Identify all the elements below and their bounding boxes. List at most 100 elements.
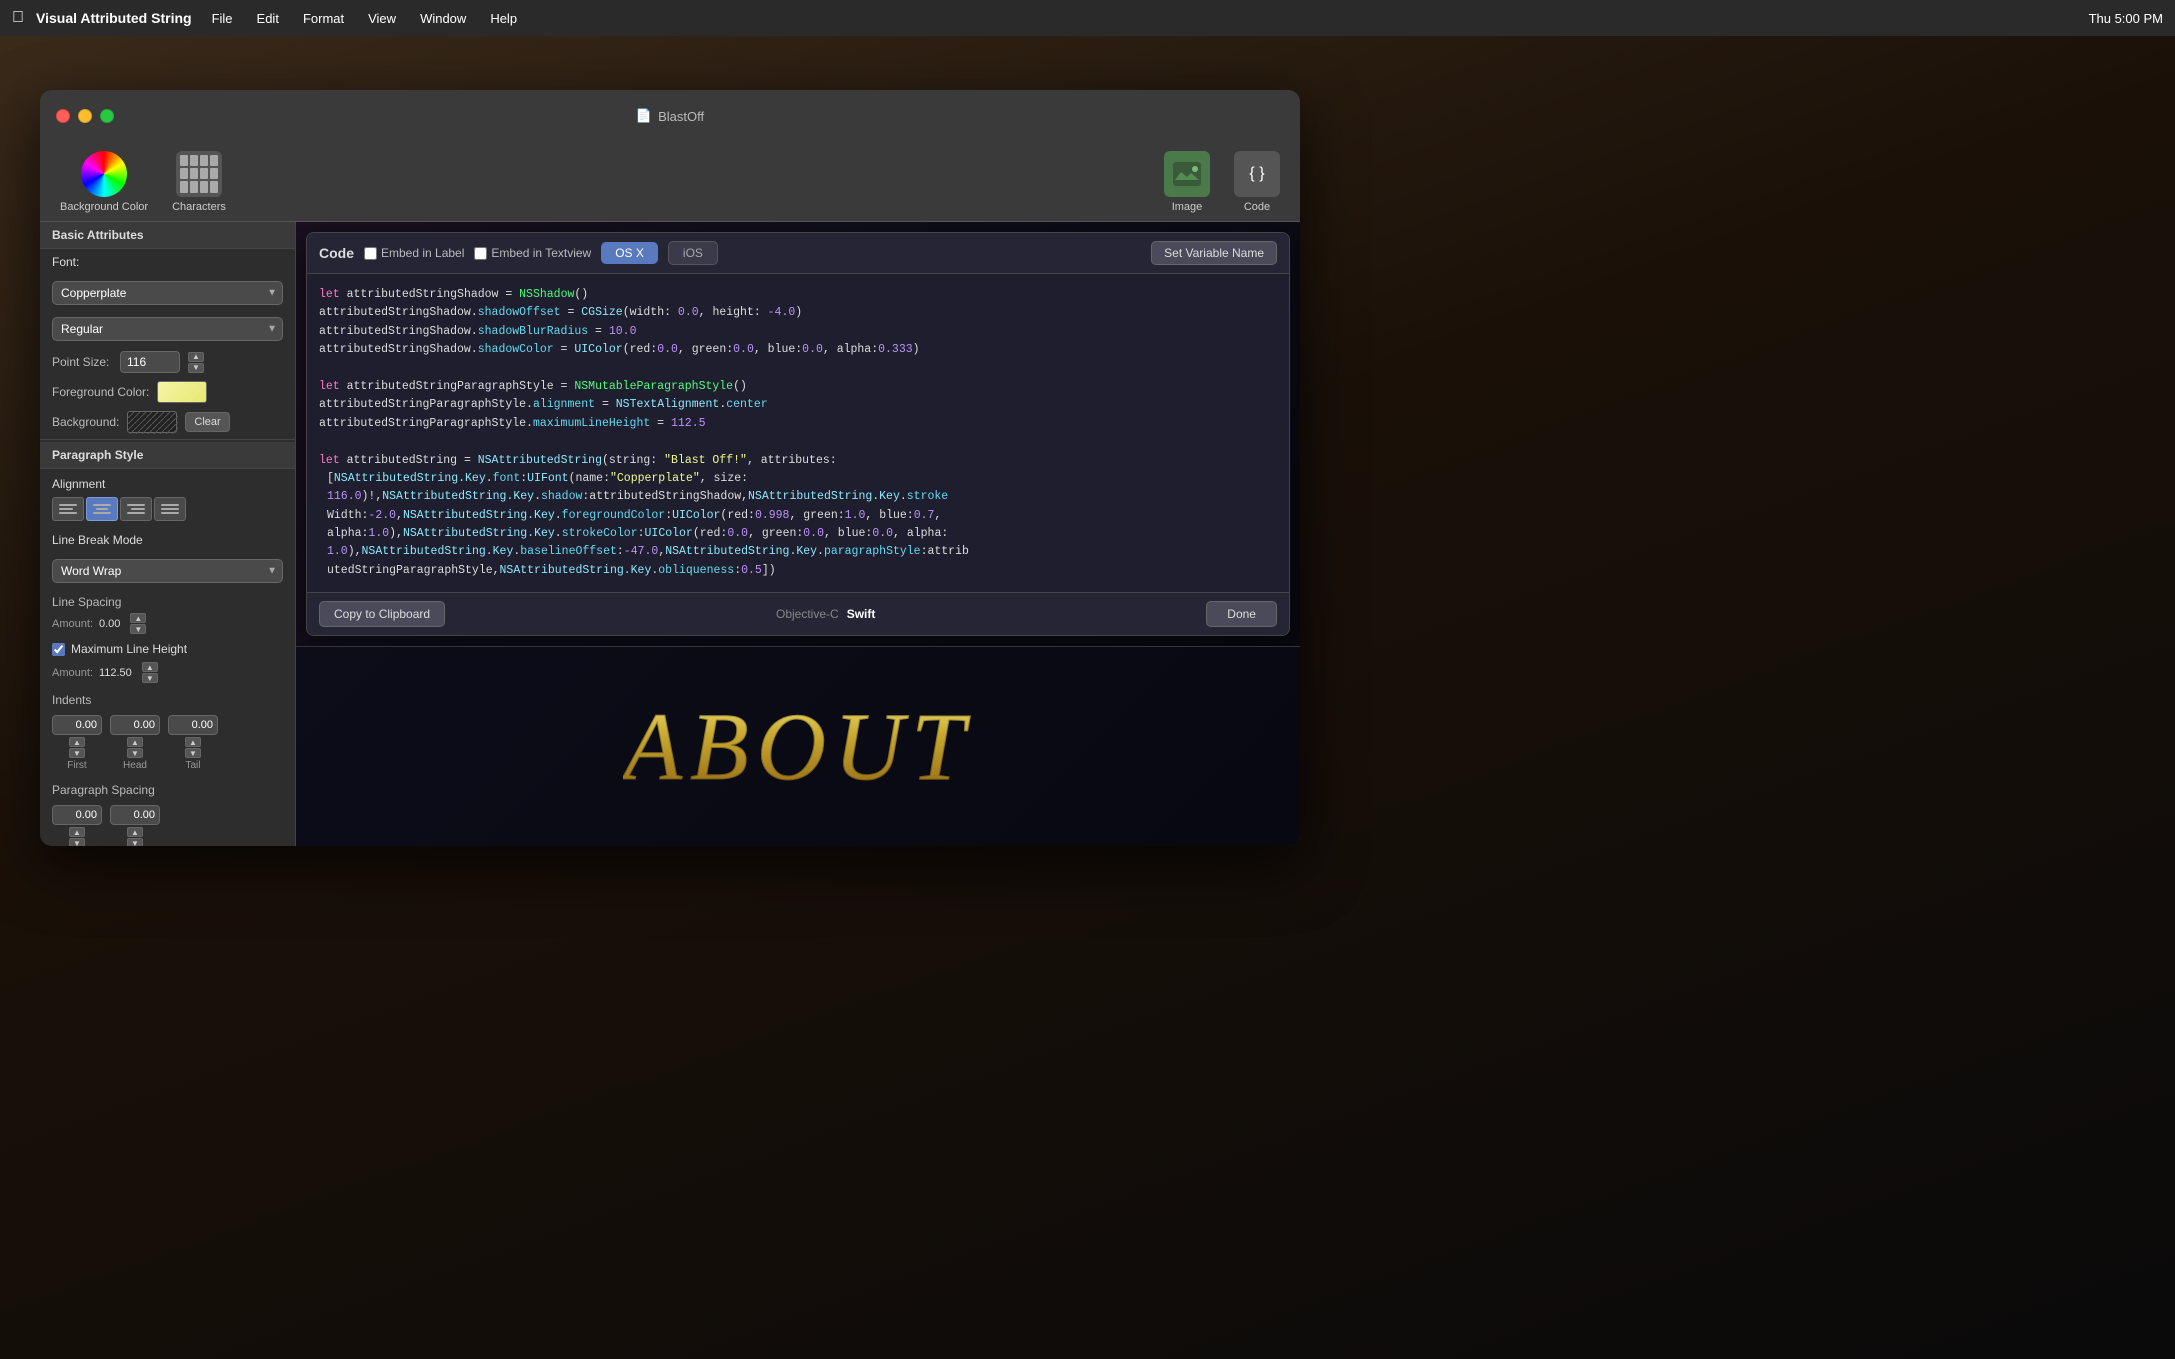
alignment-label: Alignment [52, 477, 105, 491]
embed-textview-checkbox[interactable] [474, 247, 487, 260]
line-spacing-value: 0.00 [99, 618, 120, 630]
osx-platform-button[interactable]: OS X [601, 242, 658, 264]
align-left-button[interactable] [52, 497, 84, 521]
line [131, 508, 145, 510]
paragraph-spacing-section: ▲ ▼ Before ▲ ▼ After [40, 799, 295, 846]
line [127, 504, 145, 506]
format-menu[interactable]: Format [295, 9, 352, 28]
objc-label[interactable]: Objective-C [776, 607, 839, 621]
characters-icon[interactable] [176, 151, 222, 197]
after-spacing-field: ▲ ▼ After [110, 805, 160, 846]
font-family-select[interactable]: Copperplate [52, 281, 283, 305]
max-amount-decrement[interactable]: ▼ [142, 673, 158, 683]
line-spacing-increment[interactable]: ▲ [130, 613, 146, 623]
tail-label: Tail [185, 760, 200, 771]
font-style-select[interactable]: Regular [52, 317, 283, 341]
indent-fields: ▲ ▼ First ▲ ▼ Head [52, 715, 283, 771]
chars-dot [190, 181, 198, 192]
copy-to-clipboard-button[interactable]: Copy to Clipboard [319, 601, 445, 627]
after-stepper: ▲ ▼ [127, 827, 143, 846]
set-variable-name-button[interactable]: Set Variable Name [1151, 241, 1277, 265]
chars-dot [200, 155, 208, 166]
amount-label: Amount: [52, 618, 93, 630]
align-right-button[interactable] [120, 497, 152, 521]
paragraph-spacing-fields: ▲ ▼ Before ▲ ▼ After [52, 805, 283, 846]
line-spacing-stepper: ▲ ▼ [130, 613, 146, 634]
align-center-button[interactable] [86, 497, 118, 521]
file-menu[interactable]: File [204, 9, 241, 28]
chars-dot [190, 155, 198, 166]
max-line-height-checkbox[interactable] [52, 643, 65, 656]
first-indent-decrement[interactable]: ▼ [69, 748, 85, 758]
first-indent-input[interactable] [52, 715, 102, 735]
line-spacing-decrement[interactable]: ▼ [130, 624, 146, 634]
done-button[interactable]: Done [1206, 601, 1277, 627]
ios-platform-button[interactable]: iOS [668, 241, 718, 265]
paragraph-spacing-label: Paragraph Spacing [40, 777, 295, 799]
head-indent-input[interactable] [110, 715, 160, 735]
line [59, 508, 73, 510]
point-size-input[interactable] [120, 351, 180, 373]
point-size-increment[interactable]: ▲ [188, 352, 204, 362]
tail-indent-increment[interactable]: ▲ [185, 737, 201, 747]
color-wheel-icon[interactable] [81, 151, 127, 197]
line [59, 504, 77, 506]
chars-dot [200, 168, 208, 179]
head-label: Head [123, 760, 147, 771]
point-size-stepper: ▲ ▼ [188, 352, 204, 373]
foreground-color-swatch[interactable] [157, 381, 207, 403]
first-indent-increment[interactable]: ▲ [69, 737, 85, 747]
chars-dot [190, 168, 198, 179]
code-line: let attributedStringParagraphStyle = NSM… [319, 378, 1277, 396]
preview-area: Blast Off! Code Embed in Label [296, 222, 1300, 646]
time-display: Thu 5:00 PM [2089, 11, 2163, 26]
after-decrement[interactable]: ▼ [127, 838, 143, 846]
before-spacing-input[interactable] [52, 805, 102, 825]
head-indent-decrement[interactable]: ▼ [127, 748, 143, 758]
embed-label-checkbox[interactable] [364, 247, 377, 260]
chars-dot [180, 155, 188, 166]
swift-label[interactable]: Swift [847, 607, 876, 621]
edit-menu[interactable]: Edit [249, 9, 287, 28]
tail-indent-decrement[interactable]: ▼ [185, 748, 201, 758]
image-toolbar-item[interactable]: Image [1164, 151, 1210, 213]
code-line: Width:-2.0,NSAttributedString.Key.foregr… [319, 507, 1277, 544]
after-increment[interactable]: ▲ [127, 827, 143, 837]
line-break-select-wrapper: Word Wrap ▼ [52, 559, 283, 583]
max-amount-stepper: ▲ ▼ [142, 662, 158, 683]
first-label: First [67, 760, 86, 771]
line-break-select-row: Word Wrap ▼ [40, 553, 295, 589]
language-toggle: Objective-C Swift [776, 607, 875, 621]
head-indent-increment[interactable]: ▲ [127, 737, 143, 747]
line-break-select[interactable]: Word Wrap [52, 559, 283, 583]
before-decrement[interactable]: ▼ [69, 838, 85, 846]
max-amount-value: 112.50 [99, 667, 132, 679]
minimize-button[interactable] [78, 109, 92, 123]
app-name[interactable]: Visual Attributed String [36, 10, 192, 26]
max-amount-row: Amount: 112.50 ▲ ▼ [40, 660, 295, 687]
code-panel: Code Embed in Label Embed in Textview OS… [306, 232, 1290, 636]
about-preview-text: ABOUT [623, 691, 972, 802]
max-amount-increment[interactable]: ▲ [142, 662, 158, 672]
characters-toolbar-item[interactable]: Characters [172, 151, 226, 213]
view-menu[interactable]: View [360, 9, 404, 28]
clear-button[interactable]: Clear [185, 412, 229, 432]
code-line: attributedStringShadow.shadowOffset = CG… [319, 304, 1277, 322]
window-menu[interactable]: Window [412, 9, 474, 28]
code-line: attributedStringParagraphStyle.alignment… [319, 396, 1277, 414]
background-swatch[interactable] [127, 411, 177, 433]
code-toolbar-item[interactable]: { } Code [1234, 151, 1280, 213]
close-button[interactable] [56, 109, 70, 123]
tail-indent-input[interactable] [168, 715, 218, 735]
align-justify-button[interactable] [154, 497, 186, 521]
background-color-toolbar-item[interactable]: Background Color [60, 151, 148, 213]
apple-menu-icon[interactable]:  [12, 9, 24, 27]
code-icon[interactable]: { } [1234, 151, 1280, 197]
point-size-decrement[interactable]: ▼ [188, 363, 204, 373]
image-icon[interactable] [1164, 151, 1210, 197]
maximize-button[interactable] [100, 109, 114, 123]
before-increment[interactable]: ▲ [69, 827, 85, 837]
after-spacing-input[interactable] [110, 805, 160, 825]
code-content[interactable]: let attributedStringShadow = NSShadow() … [307, 274, 1289, 592]
help-menu[interactable]: Help [482, 9, 525, 28]
